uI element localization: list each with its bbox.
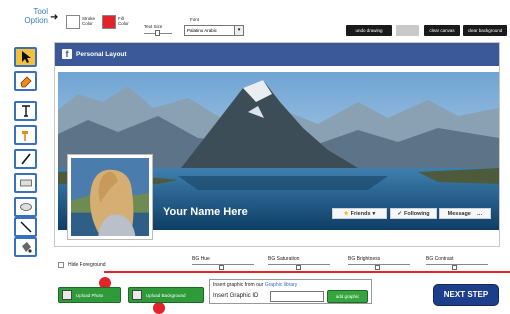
text-icon <box>21 105 30 117</box>
bg-saturation-label: BG Saturation <box>268 256 300 262</box>
hide-foreground-checkbox[interactable] <box>58 262 64 268</box>
stroke-color-label: Stroke Color <box>82 16 96 26</box>
tool-title-line1: Tool <box>33 7 48 16</box>
upload-background-button[interactable]: Upload Background <box>128 287 204 303</box>
hide-foreground-label: Hide Foreground <box>68 262 106 268</box>
upload-photo-label: Upload Photo <box>76 292 104 298</box>
pencil-tool-button[interactable] <box>14 149 37 169</box>
image-icon <box>132 290 142 300</box>
font-select[interactable]: Palatino Arabic ▾ <box>184 25 244 36</box>
add-graphic-button[interactable]: add graphic <box>327 290 368 303</box>
hammer-tool-button[interactable] <box>14 125 37 145</box>
undo-drawing-button[interactable]: undo drawing <box>346 25 392 36</box>
bg-contrast-slider[interactable] <box>426 264 488 265</box>
bg-contrast-label: BG Contrast <box>426 256 454 262</box>
checkmark-icon: ✓ <box>397 210 402 217</box>
rectangle-tool-button[interactable] <box>14 173 37 193</box>
facebook-logo-icon: f <box>62 49 72 59</box>
rectangle-icon <box>19 179 32 187</box>
line-icon <box>20 221 31 233</box>
more-options-icon: … <box>476 210 483 217</box>
insert-graphic-id-label: Insert Graphic ID <box>213 293 259 299</box>
bg-hue-label: BG Hue <box>192 256 210 262</box>
eraser-tool-button[interactable] <box>14 71 37 91</box>
text-tool-button[interactable] <box>14 101 37 121</box>
layout-header-bar: f Personal Layout <box>55 43 499 66</box>
graphic-library-text: Insert graphic from our Graphic library <box>213 282 298 288</box>
fill-color-swatch[interactable] <box>102 15 116 29</box>
annotation-line <box>104 271 510 273</box>
photo-icon <box>62 290 72 300</box>
bg-saturation-slider-knob[interactable] <box>296 265 301 270</box>
redo-button[interactable]: redo <box>396 25 419 36</box>
friends-label: Friends <box>350 210 371 217</box>
bg-brightness-slider-knob[interactable] <box>375 265 380 270</box>
pencil-icon <box>20 153 31 165</box>
eraser-icon <box>20 76 32 88</box>
tool-option-title: Tool Option <box>14 7 48 25</box>
message-label: Message <box>447 210 471 217</box>
font-select-value: Palatino Arabic <box>187 28 218 33</box>
clear-canvas-button[interactable]: clear canvas <box>424 25 460 36</box>
chevron-down-icon: ▾ <box>372 210 376 217</box>
arrow-icon <box>21 51 31 63</box>
select-tool-button[interactable] <box>14 47 37 67</box>
line-tool-button[interactable] <box>14 217 37 237</box>
ellipse-icon <box>19 203 32 211</box>
upload-background-label: Upload Background <box>146 292 186 298</box>
font-label: Font <box>190 17 200 22</box>
layout-title: Personal Layout <box>76 51 127 58</box>
bg-hue-slider-knob[interactable] <box>219 265 224 270</box>
chevron-down-icon: ▾ <box>234 26 243 35</box>
stroke-color-swatch[interactable] <box>66 15 80 29</box>
graphic-library-link[interactable]: Graphic library <box>265 282 298 288</box>
annotation-marker <box>153 302 165 314</box>
clear-background-button[interactable]: clear background <box>463 25 507 36</box>
next-step-button[interactable]: NEXT STEP <box>434 285 498 305</box>
bucket-tool-button[interactable] <box>14 237 37 257</box>
bg-brightness-label: BG Brightness <box>348 256 381 262</box>
star-icon: ★ <box>343 210 349 217</box>
paint-bucket-icon <box>21 242 32 253</box>
text-size-label: Text Size <box>144 24 163 29</box>
friends-button[interactable]: ★ Friends ▾ <box>332 208 387 219</box>
message-button[interactable]: Message … <box>439 208 491 219</box>
upload-photo-button[interactable]: Upload Photo <box>58 287 121 303</box>
following-button[interactable]: ✓ Following <box>390 208 437 219</box>
hammer-icon <box>21 131 28 141</box>
ellipse-tool-button[interactable] <box>14 197 37 217</box>
text-size-slider-knob[interactable] <box>155 30 160 36</box>
tool-title-line2: Option <box>24 16 48 25</box>
arrow-right-icon: ➜ <box>50 12 59 23</box>
profile-portrait-image <box>71 158 149 236</box>
profile-name: Your Name Here <box>163 206 248 218</box>
profile-photo[interactable] <box>67 154 153 240</box>
bg-contrast-slider-knob[interactable] <box>452 265 457 270</box>
graphic-id-input[interactable] <box>270 291 324 302</box>
following-label: Following <box>403 210 430 217</box>
fill-color-label: Fill Color <box>118 16 129 26</box>
